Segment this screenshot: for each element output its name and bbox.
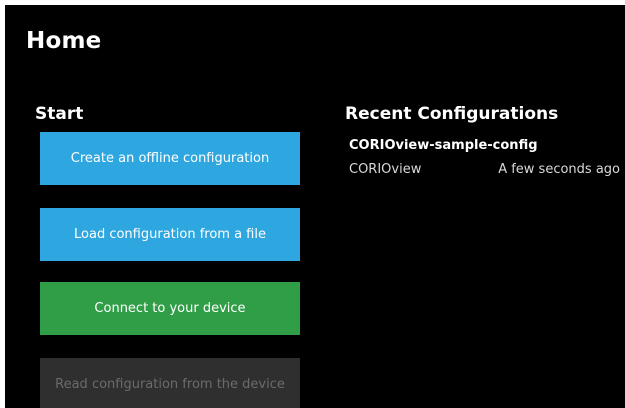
recent-configuration-time: A few seconds ago [498, 162, 620, 177]
recent-configuration-item[interactable]: CORIOview-sample-config CORIOview A few … [349, 137, 625, 183]
connect-to-device-button[interactable]: Connect to your device [40, 282, 300, 335]
recent-configuration-name: CORIOview-sample-config [349, 138, 538, 153]
read-configuration-from-device-button: Read configuration from the device [40, 358, 300, 408]
start-heading: Start [35, 104, 84, 124]
load-configuration-from-file-button[interactable]: Load configuration from a file [40, 208, 300, 261]
home-window: Home Start Create an offline configurati… [5, 5, 625, 408]
create-offline-configuration-button[interactable]: Create an offline configuration [40, 132, 300, 185]
page-title: Home [26, 28, 102, 54]
recent-configurations-heading: Recent Configurations [345, 104, 559, 124]
recent-configuration-device: CORIOview [349, 162, 422, 177]
